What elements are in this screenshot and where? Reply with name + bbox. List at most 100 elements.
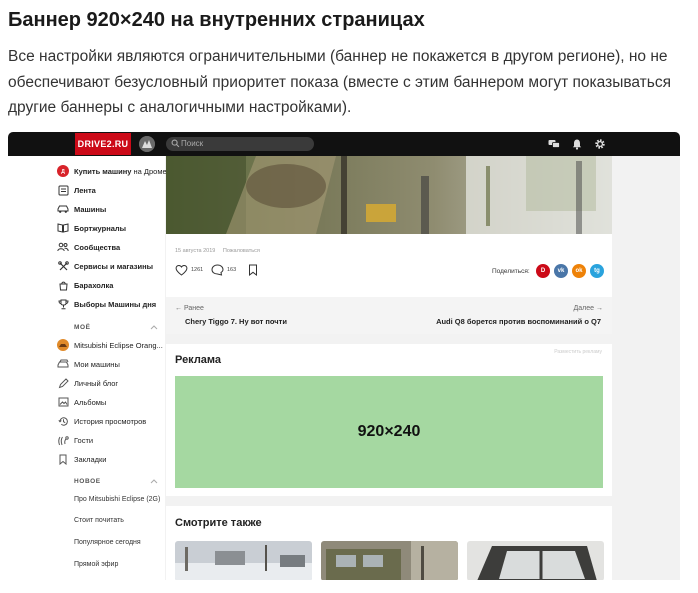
sidebar-item-label: Сообщества bbox=[74, 242, 121, 252]
next-post-link[interactable]: Audi Q8 борется против воспоминаний о Q7 bbox=[436, 317, 601, 326]
sidebar-item-communities[interactable]: Сообщества bbox=[57, 240, 120, 254]
prev-label[interactable]: ← Ранее bbox=[175, 305, 204, 312]
sidebar-item-services[interactable]: Сервисы и магазины bbox=[57, 259, 153, 273]
post-meta: 15 августа 2019 Пожаловаться bbox=[175, 248, 266, 254]
car-icon bbox=[57, 203, 69, 215]
search-input[interactable]: Поиск bbox=[166, 137, 314, 151]
sidebar-new-item[interactable]: Прямой эфир bbox=[74, 561, 118, 568]
sidebar-item-market[interactable]: Барахолка bbox=[57, 278, 113, 292]
sidebar-item-label: Купить машину bbox=[74, 166, 132, 176]
svg-text:Д: Д bbox=[61, 169, 65, 175]
post-photo[interactable] bbox=[166, 156, 612, 234]
messages-icon[interactable] bbox=[548, 138, 560, 150]
site-screenshot: DRIVE2.RU Поиск Д Купить машину на Дроме… bbox=[8, 132, 680, 580]
sidebar-item-blog[interactable]: Личный блог bbox=[57, 376, 118, 390]
communities-icon bbox=[57, 241, 69, 253]
sidebar-item-bookmarks[interactable]: Закладки bbox=[57, 452, 106, 466]
albums-icon bbox=[57, 396, 69, 408]
post-date: 15 августа 2019 bbox=[175, 248, 216, 254]
sidebar-item-label: Сервисы и магазины bbox=[74, 261, 154, 271]
top-bar: DRIVE2.RU Поиск bbox=[8, 132, 680, 156]
journal-icon bbox=[57, 222, 69, 234]
sidebar-item-my-cars[interactable]: Мои машины bbox=[57, 357, 120, 371]
sidebar-item-label: Гости bbox=[74, 435, 94, 445]
history-icon bbox=[57, 415, 69, 427]
ad-banner[interactable]: 920×240 bbox=[175, 376, 603, 488]
drive2-share-icon[interactable]: D bbox=[536, 264, 550, 278]
my-cars-icon bbox=[57, 358, 69, 370]
sidebar-item-label: Бортжурналы bbox=[74, 223, 127, 233]
sidebar-item-label: История просмотров bbox=[74, 416, 147, 426]
sidebar-item-label: Лента bbox=[74, 185, 96, 195]
sidebar-item-label: Альбомы bbox=[74, 397, 107, 407]
prev-post-link[interactable]: Chery Tiggo 7. Ну вот почти bbox=[185, 317, 287, 326]
bookmark-icon bbox=[57, 453, 69, 465]
sidebar-item-label: Выборы Машины дня bbox=[74, 299, 157, 309]
complain-link[interactable]: Пожаловаться bbox=[223, 248, 260, 254]
related-thumbnail[interactable] bbox=[175, 541, 312, 580]
sidebar-item-tail: на Дроме bbox=[131, 166, 167, 176]
car-avatar-icon bbox=[57, 339, 69, 351]
sidebar-item-car-of-day[interactable]: Выборы Машины дня bbox=[57, 297, 156, 311]
telegram-share-icon[interactable]: tg bbox=[590, 264, 604, 278]
my-section-header[interactable]: МОЁ bbox=[74, 324, 91, 331]
like-button[interactable]: 1261 bbox=[175, 264, 203, 276]
search-icon bbox=[171, 139, 180, 148]
sidebar-item-my-car[interactable]: Mitsubishi Eclipse Orang... bbox=[57, 338, 163, 352]
feed-icon bbox=[57, 184, 69, 196]
chevron-up-icon[interactable] bbox=[150, 324, 158, 330]
ad-title: Реклама bbox=[175, 354, 222, 366]
sidebar-item-cars[interactable]: Машины bbox=[57, 202, 106, 216]
ok-share-icon[interactable]: ok bbox=[572, 264, 586, 278]
likes-count: 1261 bbox=[191, 267, 204, 273]
sidebar-new-item[interactable]: Популярное сегодня bbox=[74, 539, 141, 546]
sidebar-item-guests[interactable]: Гости bbox=[57, 433, 93, 447]
bookmark-button[interactable] bbox=[248, 264, 258, 276]
comments-button[interactable]: 163 bbox=[211, 264, 236, 276]
ad-card: Реклама Разместить рекламу 920×240 bbox=[166, 344, 612, 496]
doc-paragraph: Все настройки являются ограничительными … bbox=[8, 48, 672, 116]
search-placeholder: Поиск bbox=[181, 139, 204, 148]
bookmark-icon bbox=[249, 264, 257, 276]
next-label[interactable]: Далее → bbox=[574, 305, 603, 312]
sidebar-new-item[interactable]: Про Mitsubishi Eclipse (2G) bbox=[74, 496, 160, 503]
site-logo[interactable]: DRIVE2.RU bbox=[75, 133, 131, 155]
heart-icon bbox=[175, 264, 188, 276]
bell-icon[interactable] bbox=[571, 138, 583, 150]
user-avatar[interactable] bbox=[139, 136, 155, 152]
blog-icon bbox=[57, 377, 69, 389]
guests-icon bbox=[57, 434, 69, 446]
sidebar-item-label: Mitsubishi Eclipse Orang... bbox=[74, 340, 163, 350]
services-icon bbox=[57, 260, 69, 272]
sidebar-item-buy-car[interactable]: Д Купить машину на Дроме bbox=[57, 164, 167, 178]
place-ad-link[interactable]: Разместить рекламу bbox=[554, 349, 602, 355]
new-section-header[interactable]: НОВОЕ bbox=[74, 478, 101, 485]
trophy-icon bbox=[57, 298, 69, 310]
sidebar-item-feed[interactable]: Лента bbox=[57, 183, 96, 197]
left-sidebar: Д Купить машину на Дроме Лента Машины Бо… bbox=[8, 156, 167, 580]
banner-size-label: 920×240 bbox=[357, 423, 421, 440]
gear-icon[interactable] bbox=[594, 138, 606, 150]
sidebar-item-label: Мои машины bbox=[74, 359, 120, 369]
doc-title: Баннер 920×240 на внутренних страницах bbox=[8, 9, 425, 31]
sidebar-item-label: Машины bbox=[74, 204, 107, 214]
sidebar-item-label: Закладки bbox=[74, 454, 107, 464]
sidebar-item-label: Барахолка bbox=[74, 280, 114, 290]
related-thumbnail[interactable] bbox=[467, 541, 604, 580]
comments-count: 163 bbox=[227, 267, 237, 273]
comment-icon bbox=[211, 264, 224, 276]
market-icon bbox=[57, 279, 69, 291]
chevron-up-icon[interactable] bbox=[150, 478, 158, 484]
related-thumbnail[interactable] bbox=[321, 541, 458, 580]
sidebar-item-albums[interactable]: Альбомы bbox=[57, 395, 106, 409]
sidebar-item-history[interactable]: История просмотров bbox=[57, 414, 146, 428]
share-label: Поделиться: bbox=[492, 268, 530, 275]
sidebar-item-journals[interactable]: Бортжурналы bbox=[57, 221, 126, 235]
vk-share-icon[interactable]: vk bbox=[554, 264, 568, 278]
related-title: Смотрите также bbox=[175, 517, 262, 529]
sidebar-item-label: Личный блог bbox=[74, 378, 119, 388]
drom-icon: Д bbox=[57, 165, 69, 177]
sidebar-new-item[interactable]: Стоит почитать bbox=[74, 517, 124, 524]
post-navigation: ← Ранее Chery Tiggo 7. Ну вот почти Дале… bbox=[166, 297, 612, 334]
related-card: Смотрите также bbox=[166, 506, 612, 580]
